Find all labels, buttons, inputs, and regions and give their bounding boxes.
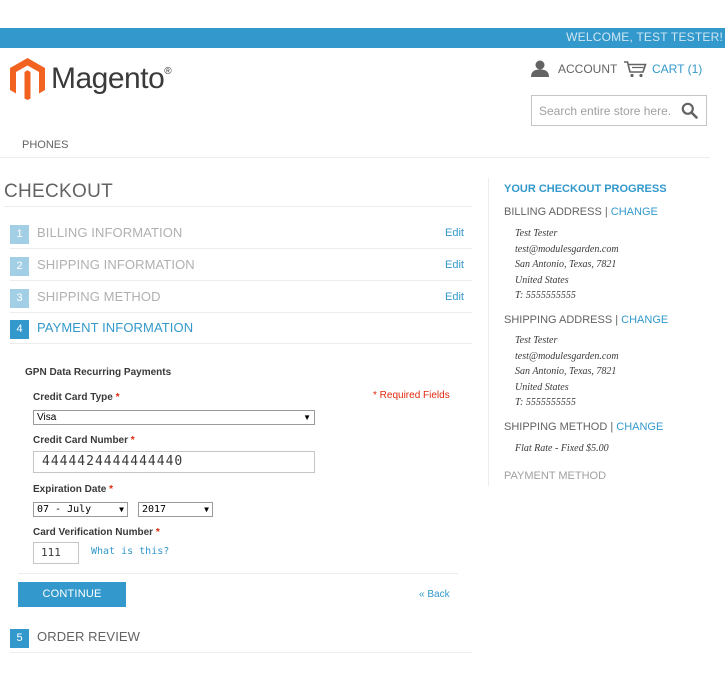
cart-icon [624,61,647,78]
required-mark: * [130,435,135,446]
expiration-date-label: Expiration Date * [33,484,114,495]
top-welcome-bar: WELCOME, TEST TESTER! [0,28,725,48]
continue-button[interactable]: CONTINUE [18,582,126,607]
required-mark: * [115,392,120,403]
cc-type-select[interactable]: Visa ▼ [33,410,315,425]
shipping-method-value: Flat Rate - Fixed $5.00 [515,443,609,454]
logo-registered-mark: ® [164,66,172,77]
step-number: 1 [10,225,29,244]
shipping-address-block: Test Tester test@modulesgarden.com San A… [515,335,619,408]
step-billing-information[interactable]: 1 BILLING INFORMATION Edit [10,219,472,249]
change-shipping-link[interactable]: CHANGE [621,314,668,326]
edit-shipping-link[interactable]: Edit [445,259,464,271]
account-label: ACCOUNT [558,61,618,76]
step-number: 3 [10,289,29,308]
step-title: SHIPPING METHOD [37,289,161,304]
edit-shipping-method-link[interactable]: Edit [445,291,464,303]
step-order-review: 5 ORDER REVIEW [10,623,472,653]
nav-divider [0,157,710,158]
dropdown-arrow-icon: ▼ [119,505,124,514]
cc-number-label: Credit Card Number * [33,435,135,446]
account-link[interactable]: ACCOUNT [530,60,617,77]
magento-logo[interactable]: Magento® [10,58,172,100]
cc-number-input[interactable]: 4444424444444440 [33,451,315,473]
progress-title: YOUR CHECKOUT PROGRESS [504,183,667,195]
title-divider [4,206,472,207]
step-title: PAYMENT INFORMATION [37,320,194,335]
step-payment-information: 4 PAYMENT INFORMATION [10,314,472,344]
dropdown-arrow-icon: ▼ [303,413,311,422]
back-link[interactable]: « Back [419,589,450,600]
step-title: SHIPPING INFORMATION [37,257,195,272]
nav-item-phones[interactable]: PHONES [22,139,68,151]
shipping-method-heading: SHIPPING METHOD | CHANGE [504,421,664,433]
expiration-year-select[interactable]: 2017 ▼ [138,502,213,517]
step-shipping-method[interactable]: 3 SHIPPING METHOD Edit [10,283,472,313]
cart-label: CART (1) [652,62,703,76]
checkout-progress-sidebar: YOUR CHECKOUT PROGRESS BILLING ADDRESS |… [488,178,718,486]
search-box [531,95,707,126]
buttons-divider [18,573,458,574]
dropdown-arrow-icon: ▼ [204,505,209,514]
expiration-month-select[interactable]: 07 - July ▼ [33,502,128,517]
magento-logo-icon [10,58,45,100]
required-mark: * [155,527,160,538]
step-title: BILLING INFORMATION [37,225,183,240]
billing-address-heading: BILLING ADDRESS | CHANGE [504,206,658,218]
required-mark: * [109,484,114,495]
welcome-message: WELCOME, TEST TESTER! [566,30,723,44]
cc-type-label: Credit Card Type * [33,392,120,403]
search-icon[interactable] [681,102,698,119]
payment-method-heading: PAYMENT METHOD [504,470,607,482]
step-number: 4 [10,320,29,339]
change-billing-link[interactable]: CHANGE [611,206,658,218]
expiration-year-value: 2017 [142,504,167,515]
billing-address-block: Test Tester test@modulesgarden.com San A… [515,228,619,301]
expiration-month-value: 07 - July [37,504,92,515]
user-icon [531,60,549,77]
shipping-address-heading: SHIPPING ADDRESS | CHANGE [504,314,669,326]
cc-type-value: Visa [37,412,57,423]
required-fields-note: * Required Fields [373,390,450,401]
step-shipping-information[interactable]: 2 SHIPPING INFORMATION Edit [10,251,472,281]
step-number: 2 [10,257,29,276]
cvv-label: Card Verification Number * [33,527,160,538]
cvv-input[interactable]: 111 [33,542,79,564]
step-title: ORDER REVIEW [37,629,141,644]
payment-method-name: GPN Data Recurring Payments [25,367,172,378]
step-number: 5 [10,629,29,648]
cart-link[interactable]: CART (1) [623,60,702,78]
logo-text: Magento [51,62,165,95]
what-is-this-link[interactable]: What is this? [91,546,169,557]
search-input[interactable] [532,96,672,125]
page-title: CHECKOUT [4,181,114,202]
change-shipping-method-link[interactable]: CHANGE [616,421,663,433]
edit-billing-link[interactable]: Edit [445,227,464,239]
